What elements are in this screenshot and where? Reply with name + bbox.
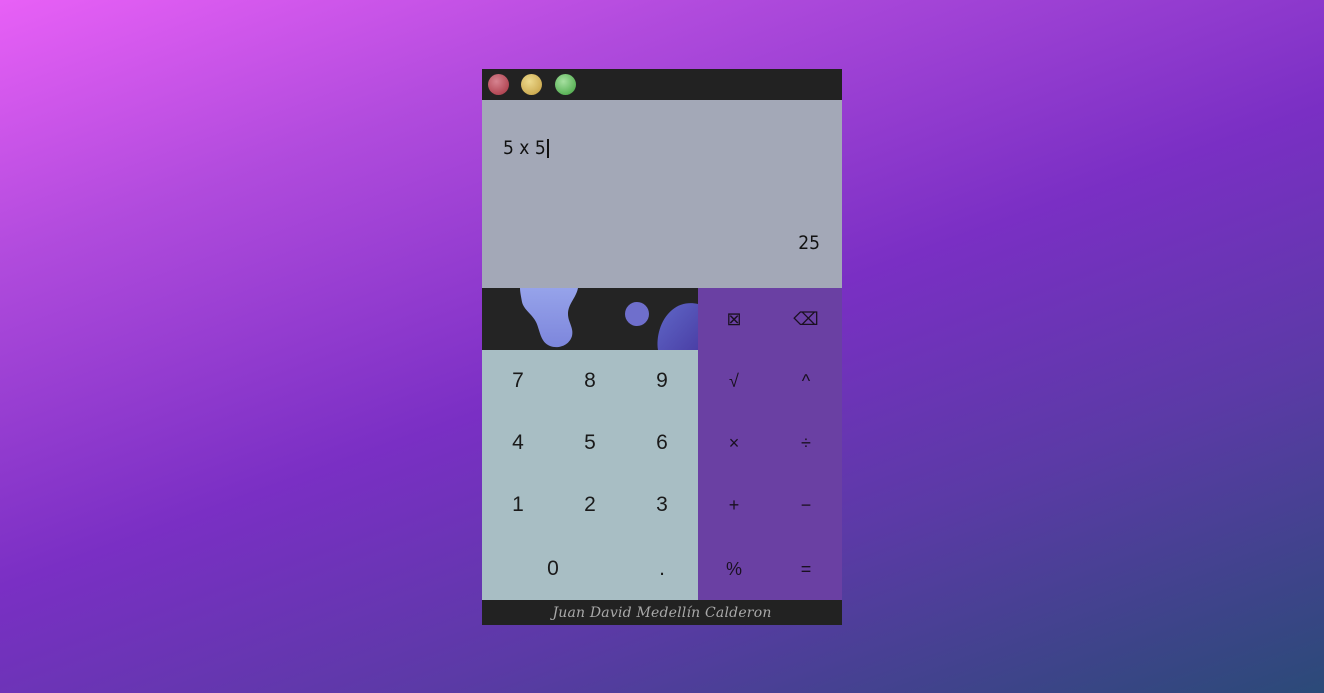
key-7[interactable]: 7 (482, 350, 554, 412)
key-decimal[interactable]: . (626, 538, 698, 600)
expression-text: 5 x 5 (503, 137, 546, 159)
clear-button[interactable]: ⊠ (698, 288, 770, 350)
key-1[interactable]: 1 (482, 474, 554, 536)
maximize-window-button[interactable] (555, 74, 576, 95)
blob-shapes-icon (520, 288, 698, 350)
number-pad: 7 8 9 4 5 6 1 2 3 0 . (482, 350, 698, 600)
sqrt-button[interactable]: √ (698, 350, 770, 412)
key-4[interactable]: 4 (482, 412, 554, 474)
keypad: 7 8 9 4 5 6 1 2 3 0 . ⊠ ⌫ √ ^ × ÷ + − % … (482, 288, 842, 600)
title-bar (482, 69, 842, 100)
key-5[interactable]: 5 (554, 412, 626, 474)
add-button[interactable]: + (698, 474, 770, 536)
key-2[interactable]: 2 (554, 474, 626, 536)
equals-button[interactable]: = (770, 538, 842, 600)
backspace-button[interactable]: ⌫ (770, 288, 842, 350)
key-8[interactable]: 8 (554, 350, 626, 412)
author-footer: Juan David Medellín Calderon (482, 600, 842, 625)
key-3[interactable]: 3 (626, 474, 698, 536)
percent-button[interactable]: % (698, 538, 770, 600)
expression-input[interactable]: 5 x 5 (503, 137, 549, 159)
operator-pad: ⊠ ⌫ √ ^ × ÷ + − % = (698, 288, 842, 600)
result-text: 25 (798, 232, 820, 254)
multiply-button[interactable]: × (698, 412, 770, 474)
subtract-button[interactable]: − (770, 474, 842, 536)
text-cursor (546, 138, 549, 158)
minimize-window-button[interactable] (521, 74, 542, 95)
key-6[interactable]: 6 (626, 412, 698, 474)
close-window-button[interactable] (488, 74, 509, 95)
author-name: Juan David Medellín Calderon (552, 604, 772, 621)
power-button[interactable]: ^ (770, 350, 842, 412)
key-9[interactable]: 9 (626, 350, 698, 412)
calculator-window: 5 x 5 25 7 8 9 4 5 6 1 2 3 0 . ⊠ ⌫ √ ^ ×… (482, 69, 842, 625)
calculator-display: 5 x 5 25 (482, 100, 842, 288)
divide-button[interactable]: ÷ (770, 412, 842, 474)
decorative-blobs (482, 288, 698, 350)
key-0[interactable]: 0 (482, 538, 624, 600)
